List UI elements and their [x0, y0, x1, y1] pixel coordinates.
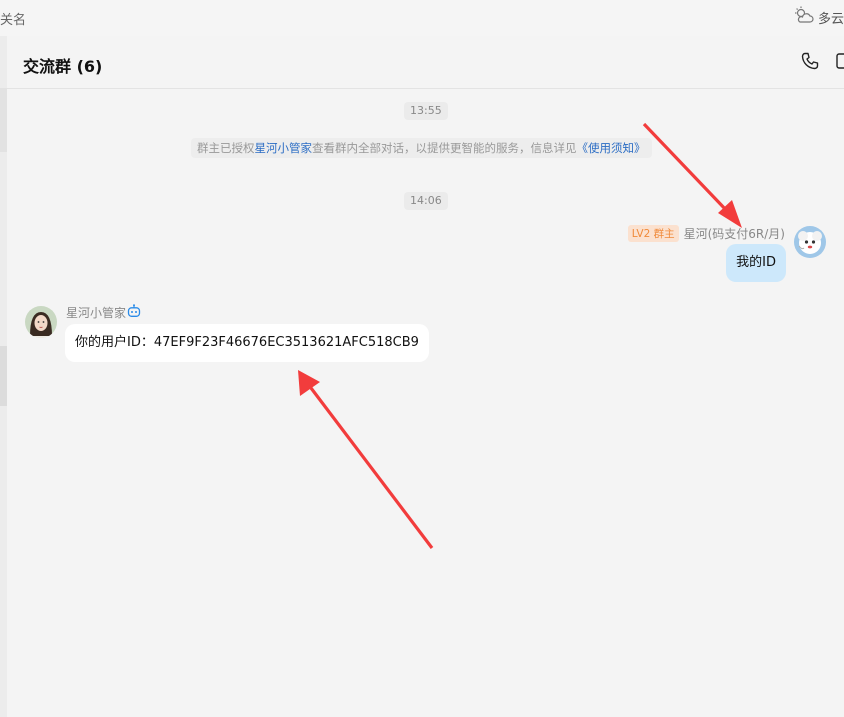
message-bubble-self[interactable]: 我的ID: [726, 244, 786, 282]
usage-terms-link[interactable]: 《使用须知》: [577, 141, 646, 155]
message-bubble-bot[interactable]: 你的用户ID：47EF9F23F46676EC3513621AFC518CB9: [65, 324, 429, 362]
chat-header: 交流群 (6): [7, 36, 844, 89]
system-notice: 群主已授权星河小管家查看群内全部对话，以提供更智能的服务，信息详见《使用须知》: [191, 138, 652, 158]
sender-name[interactable]: 星河小管家: [66, 304, 126, 321]
cloud-sun-icon: [794, 6, 814, 28]
bot-name-link[interactable]: 星河小管家: [255, 141, 313, 155]
header-actions: [800, 52, 844, 74]
top-bar: 关名 多云: [0, 0, 844, 36]
chat-title: 交流群 (6): [23, 57, 103, 76]
sender-meta-self: LV2 群主 星河(码支付6R/月): [627, 225, 785, 242]
more-icon[interactable]: [836, 51, 844, 75]
sender-meta-bot: 星河小管家: [66, 304, 141, 321]
robot-icon: [127, 304, 141, 321]
timestamp: 13:55: [404, 102, 448, 120]
partial-label: 关名: [0, 13, 27, 28]
notice-text: 查看群内全部对话，以提供更智能的服务，信息详见: [312, 141, 577, 155]
avatar-bot[interactable]: [25, 306, 57, 338]
phone-icon[interactable]: [800, 51, 820, 75]
chat-window: 交流群 (6) 13:55 14:06 群主已授权星河小管家查看群内全部对话，以…: [7, 36, 844, 717]
left-panel-edge: [0, 36, 7, 717]
level-badge: LV2 群主: [627, 225, 679, 242]
sender-name[interactable]: 星河(码支付6R/月): [684, 225, 785, 242]
weather-widget[interactable]: 多云: [794, 6, 844, 28]
notice-prefix: 群主已授权: [197, 141, 255, 155]
weather-label: 多云: [817, 11, 844, 27]
avatar-self[interactable]: [794, 226, 826, 258]
timestamp: 14:06: [404, 192, 448, 210]
